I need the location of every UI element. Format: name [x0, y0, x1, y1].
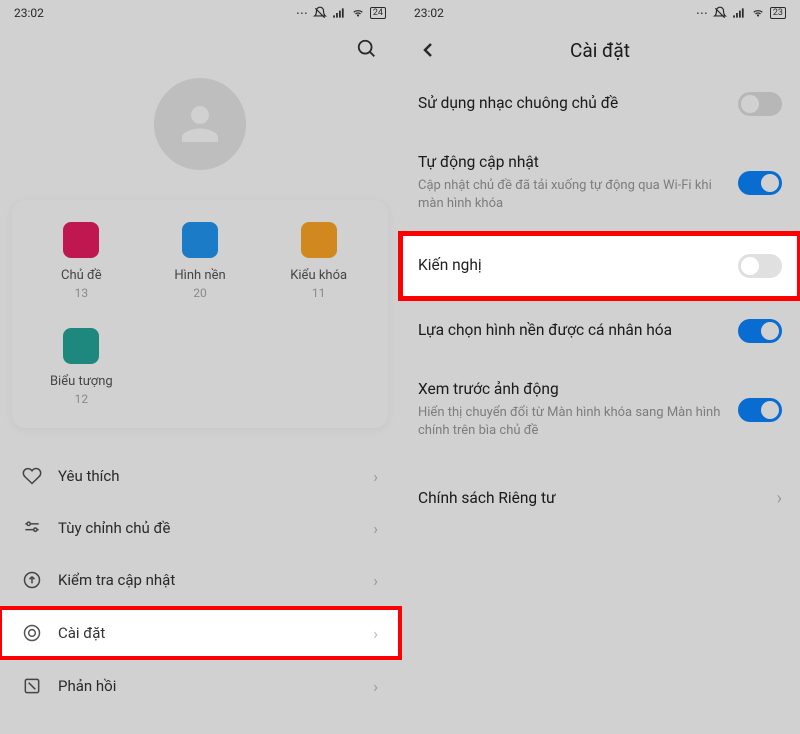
chevron-left-icon: [416, 38, 440, 62]
category-label: Biểu tượng: [50, 374, 113, 389]
toggle-preview-animation[interactable]: [738, 398, 782, 422]
menu-label: Yêu thích: [58, 467, 373, 485]
chevron-right-icon: ›: [373, 677, 378, 696]
chevron-right-icon: ›: [777, 488, 782, 509]
status-time: 23:02: [14, 6, 44, 20]
menu-feedback[interactable]: Phản hồi ›: [0, 660, 400, 712]
wifi-icon: [751, 6, 765, 20]
chevron-right-icon: ›: [373, 624, 378, 643]
search-icon: [356, 38, 378, 60]
category-theme[interactable]: Chủ đề 13: [22, 222, 141, 300]
wallpaper-icon: [182, 222, 218, 258]
lock-icon: [301, 222, 337, 258]
bell-off-icon: [713, 6, 727, 20]
avatar[interactable]: [154, 78, 246, 170]
update-icon: [22, 570, 42, 590]
setting-privacy-policy[interactable]: Chính sách Riêng tư ›: [400, 470, 800, 528]
toggle-recommendation[interactable]: [738, 254, 782, 278]
toggle-theme-ringtone[interactable]: [738, 92, 782, 116]
heart-icon: [22, 466, 42, 486]
category-count: 11: [312, 286, 326, 300]
chevron-right-icon: ›: [373, 467, 378, 486]
category-count: 12: [75, 392, 89, 406]
status-time: 23:02: [414, 6, 444, 20]
settings-screen: 23:02 ⋯ 23 Cài đặt Sử dụng nhạc chuông c…: [400, 0, 800, 734]
category-label: Kiểu khóa: [290, 268, 347, 283]
toggle-personalized-wallpaper[interactable]: [738, 319, 782, 343]
menu-label: Phản hồi: [58, 677, 373, 695]
setting-recommendation[interactable]: Kiến nghị: [398, 231, 800, 301]
theme-icon: [63, 222, 99, 258]
status-bar: 23:02 ⋯ 23: [400, 0, 800, 26]
setting-subtitle: Cập nhật chủ đề đã tải xuống tự động qua…: [418, 177, 724, 213]
header: Cài đặt: [400, 26, 800, 74]
setting-title: Xem trước ảnh động: [418, 379, 724, 401]
battery-level: 24: [370, 7, 386, 19]
theme-home-screen: 23:02 ⋯ 24 Chủ đề 13 Hình nền 20: [0, 0, 400, 734]
person-icon: [173, 97, 227, 151]
category-grid: Chủ đề 13 Hình nền 20 Kiểu khóa 11 Biểu …: [12, 200, 388, 428]
menu-settings[interactable]: Cài đặt ›: [0, 606, 402, 660]
setting-personalized-wallpaper[interactable]: Lựa chọn hình nền được cá nhân hóa: [400, 301, 800, 361]
menu-customize[interactable]: Tùy chỉnh chủ đề ›: [0, 502, 400, 554]
category-lockstyle[interactable]: Kiểu khóa 11: [259, 222, 378, 300]
category-label: Hình nền: [174, 268, 225, 283]
settings-list: Sử dụng nhạc chuông chủ đề Tự động cập n…: [400, 74, 800, 528]
menu-label: Cài đặt: [58, 624, 373, 642]
category-iconpack[interactable]: Biểu tượng 12: [22, 328, 141, 406]
back-button[interactable]: [416, 38, 440, 62]
chevron-right-icon: ›: [373, 519, 378, 538]
category-label: Chủ đề: [61, 268, 102, 283]
setting-title: Kiến nghị: [418, 255, 724, 277]
menu-label: Kiểm tra cập nhật: [58, 571, 373, 589]
category-count: 13: [75, 286, 89, 300]
chevron-right-icon: ›: [373, 571, 378, 590]
tune-icon: [22, 518, 42, 538]
category-wallpaper[interactable]: Hình nền 20: [141, 222, 260, 300]
toggle-auto-update[interactable]: [738, 171, 782, 195]
status-more-icon: ⋯: [696, 6, 708, 20]
bell-off-icon: [313, 6, 327, 20]
wifi-icon: [351, 6, 365, 20]
category-count: 20: [193, 286, 207, 300]
avatar-section: [0, 78, 400, 170]
settings-icon: [22, 623, 42, 643]
menu-favorites[interactable]: Yêu thích ›: [0, 450, 400, 502]
feedback-icon: [22, 676, 42, 696]
setting-preview-animation[interactable]: Xem trước ảnh động Hiển thị chuyển đổi t…: [400, 361, 800, 458]
setting-title: Chính sách Riêng tư: [418, 488, 763, 510]
signal-icon: [732, 6, 746, 20]
signal-icon: [332, 6, 346, 20]
setting-auto-update[interactable]: Tự động cập nhật Cập nhật chủ đề đã tải …: [400, 134, 800, 231]
battery-level: 23: [770, 7, 786, 19]
setting-theme-ringtone[interactable]: Sử dụng nhạc chuông chủ đề: [400, 74, 800, 134]
header: [0, 26, 400, 72]
page-title: Cài đặt: [570, 39, 630, 62]
setting-title: Tự động cập nhật: [418, 152, 724, 174]
setting-title: Sử dụng nhạc chuông chủ đề: [418, 93, 724, 115]
iconpack-icon: [63, 328, 99, 364]
search-button[interactable]: [354, 36, 380, 62]
menu-label: Tùy chỉnh chủ đề: [58, 519, 373, 537]
setting-subtitle: Hiển thị chuyển đổi từ Màn hình khóa san…: [418, 404, 724, 440]
menu-list: Yêu thích › Tùy chỉnh chủ đề › Kiểm tra …: [0, 450, 400, 712]
status-bar: 23:02 ⋯ 24: [0, 0, 400, 26]
menu-check-update[interactable]: Kiểm tra cập nhật ›: [0, 554, 400, 606]
status-more-icon: ⋯: [296, 6, 308, 20]
setting-title: Lựa chọn hình nền được cá nhân hóa: [418, 320, 724, 342]
